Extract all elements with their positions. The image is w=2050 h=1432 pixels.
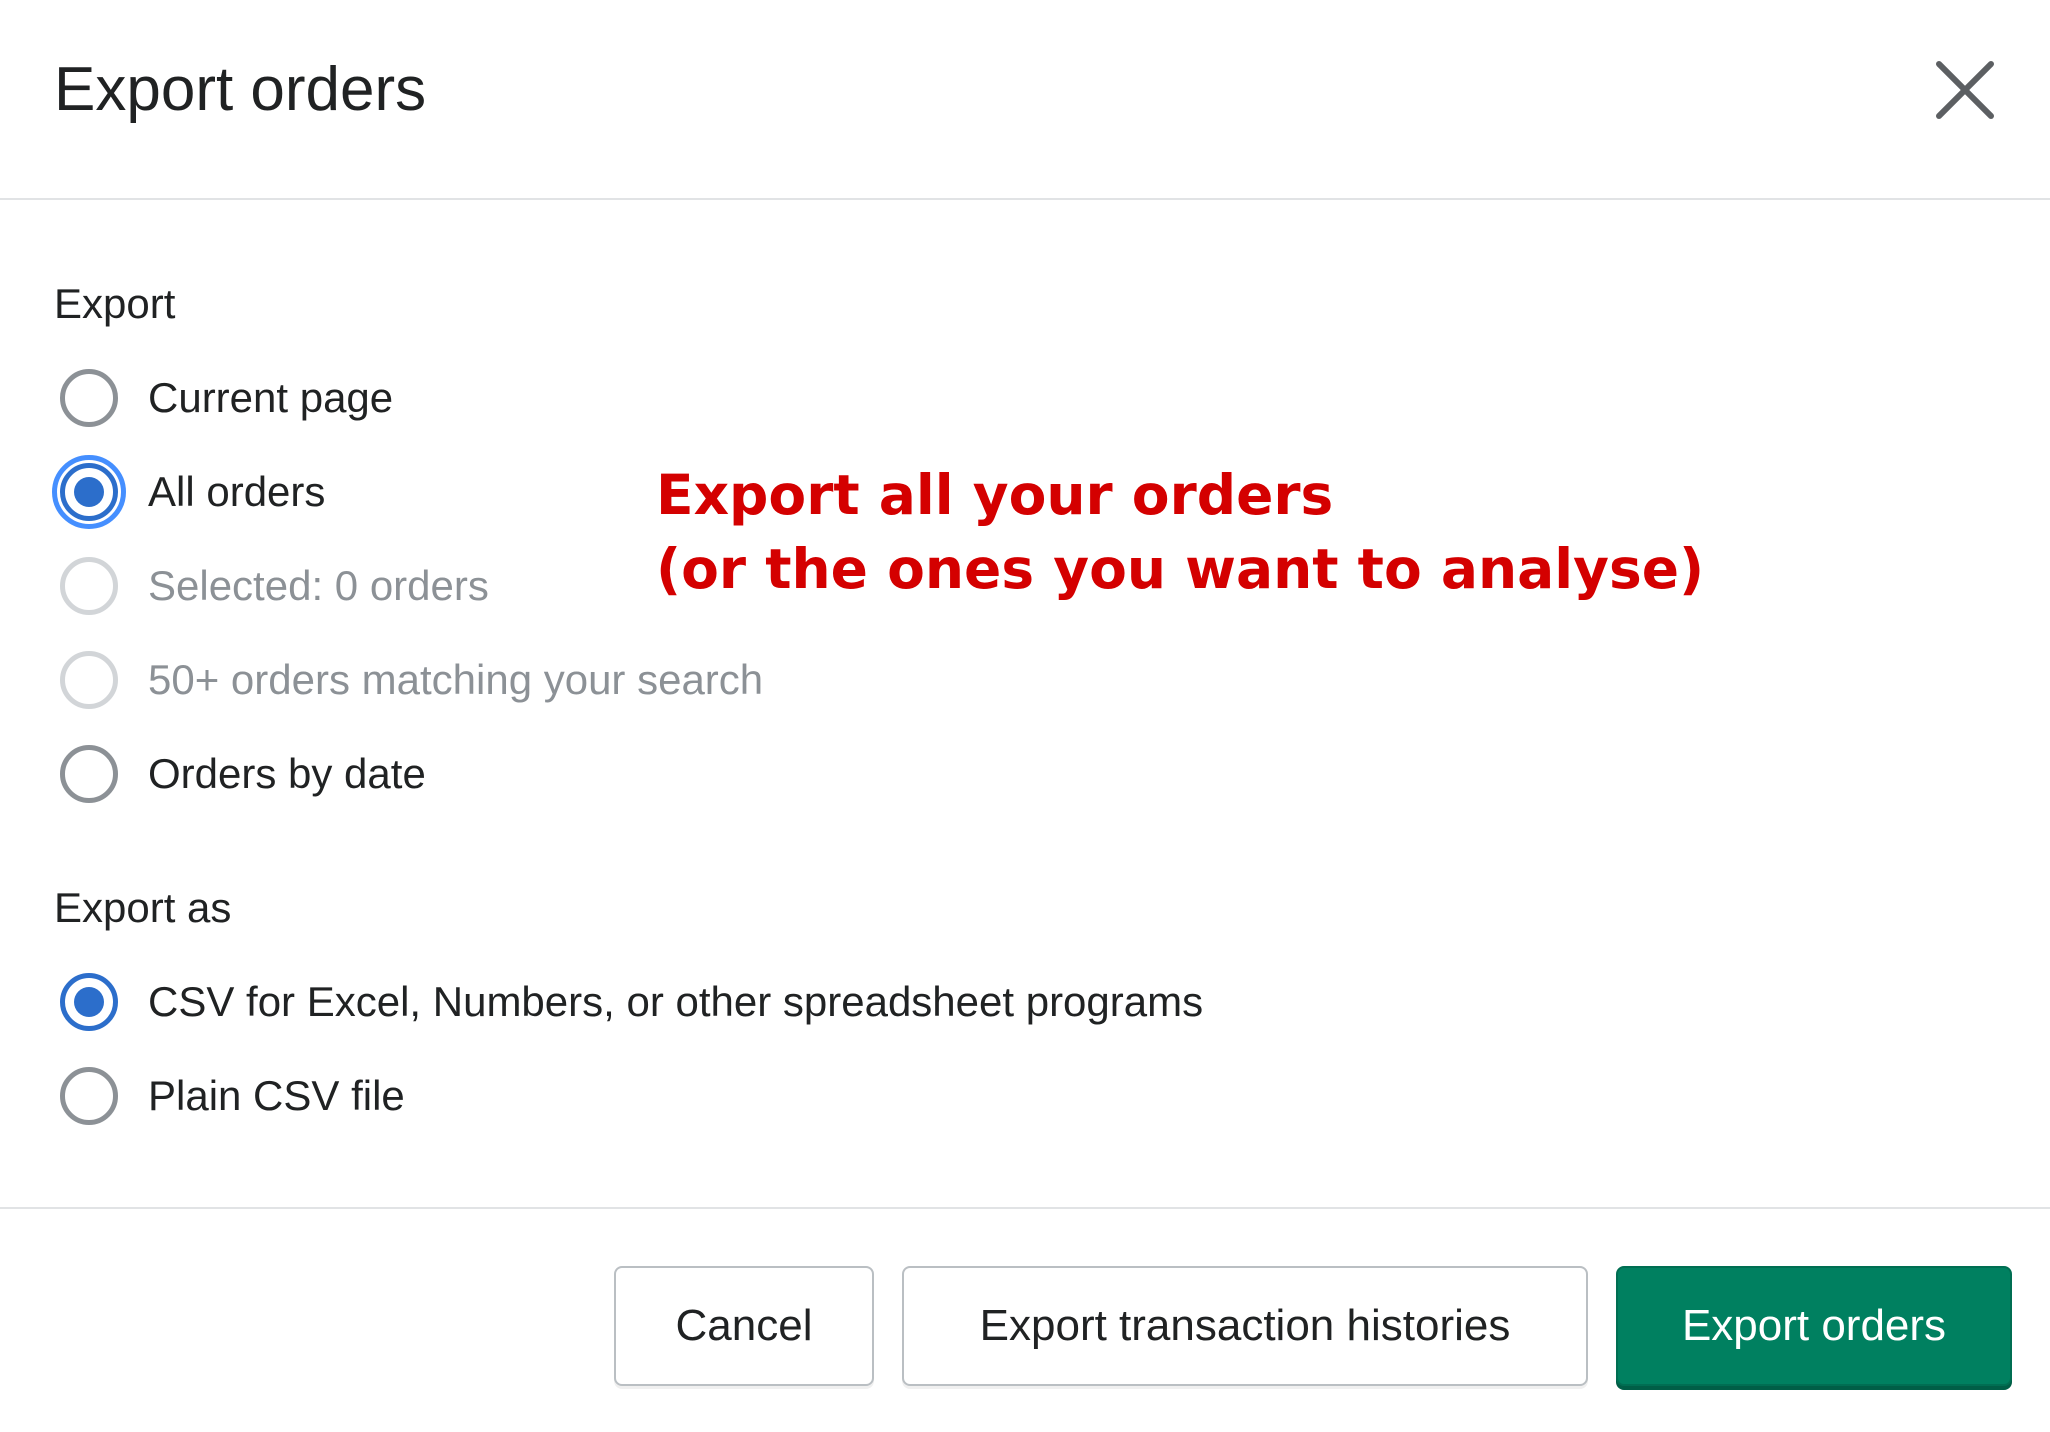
cancel-button[interactable]: Cancel (614, 1266, 874, 1386)
dialog-title: Export orders (54, 55, 427, 124)
radio-option-label: Current page (148, 374, 394, 421)
radio-option-orders-by-date[interactable]: Orders by date (54, 739, 426, 809)
radio-button[interactable] (54, 363, 124, 433)
radio-button-disabled (54, 645, 124, 715)
radio-option-label: Orders by date (148, 750, 426, 797)
annotation-callout: Export all your orders (or the ones you … (656, 458, 1704, 606)
close-button[interactable] (1927, 52, 2003, 128)
footer-divider (0, 1207, 2050, 1209)
radio-option-label: CSV for Excel, Numbers, or other spreads… (148, 978, 1204, 1025)
export-as-section-label: Export as (54, 884, 232, 931)
radio-option-label: All orders (148, 468, 326, 515)
radio-option-all-orders[interactable]: All orders (52, 455, 326, 529)
radio-option-matching-search: 50+ orders matching your search (54, 645, 763, 715)
export-section-label: Export (54, 280, 176, 327)
radio-option-label: 50+ orders matching your search (148, 656, 764, 703)
radio-option-selected-orders: Selected: 0 orders (54, 551, 489, 621)
annotation-line-2: (or the ones you want to analyse) (656, 537, 1705, 601)
export-orders-button[interactable]: Export orders (1616, 1266, 2012, 1386)
dialog-header: Export orders (0, 0, 2050, 200)
annotation-line-1: Export all your orders (656, 463, 1334, 527)
radio-button-selected[interactable] (54, 967, 124, 1037)
radio-option-csv-excel[interactable]: CSV for Excel, Numbers, or other spreads… (54, 967, 1203, 1037)
radio-option-plain-csv[interactable]: Plain CSV file (54, 1061, 405, 1131)
radio-option-label: Selected: 0 orders (148, 562, 489, 609)
radio-button[interactable] (54, 1061, 124, 1131)
radio-button-selected[interactable] (52, 455, 126, 529)
radio-option-label: Plain CSV file (148, 1072, 405, 1119)
radio-button-disabled (54, 551, 124, 621)
radio-option-current-page[interactable]: Current page (54, 363, 393, 433)
export-transaction-histories-button[interactable]: Export transaction histories (902, 1266, 1588, 1386)
close-icon (1936, 61, 1994, 119)
radio-button[interactable] (54, 739, 124, 809)
